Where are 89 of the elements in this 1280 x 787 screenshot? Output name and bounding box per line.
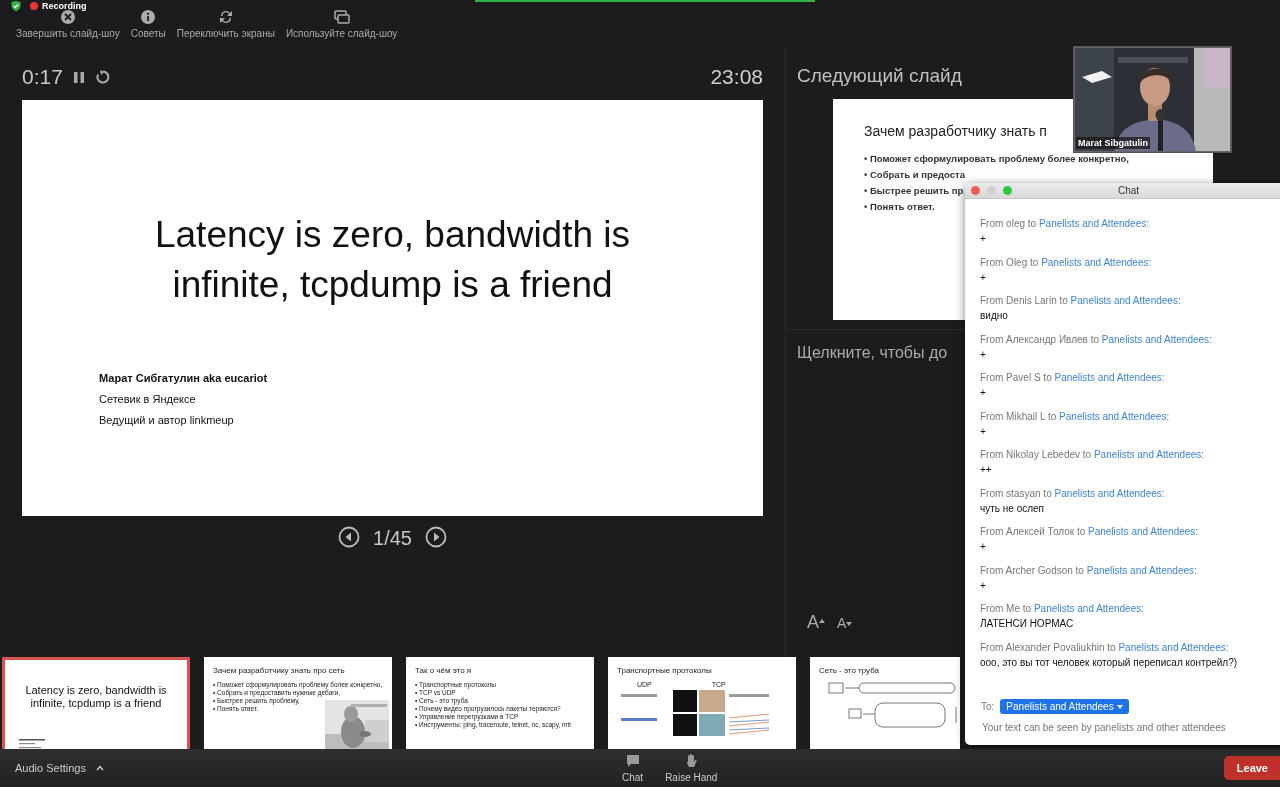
close-window-button[interactable] xyxy=(971,186,980,195)
message-header: From oleg to Panelists and Attendees: xyxy=(980,217,1150,231)
slide-text: Ведущий и автор linkmeup xyxy=(99,414,234,426)
caret-down-icon xyxy=(1116,704,1123,709)
message-text: видно xyxy=(980,309,1009,323)
message-text: ооо, это вы тот человек который переписал контрейл?) xyxy=(980,655,1239,670)
next-icon xyxy=(424,526,447,548)
window-title: Chat xyxy=(1118,185,1140,196)
message-header: From Me to Panelists and Attendees: xyxy=(980,602,1145,616)
decrease-font-button[interactable]: A xyxy=(837,615,853,633)
message-text: + xyxy=(980,578,987,593)
recipient-link[interactable]: Panelists and Attendees: xyxy=(1041,256,1152,268)
toolbar-button[interactable]: Советы xyxy=(130,9,166,48)
slide-thumbnail[interactable]: Сеть - это труба xyxy=(810,657,960,749)
shield-icon xyxy=(10,0,22,12)
toolbar-button[interactable]: Переключить экраны xyxy=(176,9,275,48)
participant-name: Marat Sibgatulin xyxy=(1076,137,1150,149)
reset-icon[interactable] xyxy=(94,69,111,85)
recipient-link[interactable]: Panelists and Attendees: xyxy=(1059,410,1170,422)
message-header: From Алексей Толок to Panelists and Attendees: xyxy=(980,525,1200,539)
recipient-link[interactable]: Panelists and Attendees: xyxy=(1093,449,1205,460)
message-text: + xyxy=(980,347,987,362)
next-slide-button[interactable] xyxy=(423,526,448,550)
elapsed-time: 0:17 xyxy=(22,65,63,89)
slide-thumbnail[interactable] xyxy=(406,657,594,749)
slide-text: Сетевик в Яндексе xyxy=(99,393,196,405)
slide-bullet: • Быстрее решить пр xyxy=(864,184,964,198)
message-header: From Alexander Povaliukhin to Panelists and Attendees: xyxy=(980,640,1230,655)
recipient-link[interactable]: Panelists and Attendees: xyxy=(1088,526,1199,537)
thumbnail-title: Так о чём это я xyxy=(415,666,473,675)
message-header: From Александр Ивлев to Panelists and Attendees: xyxy=(980,332,1213,347)
previous-slide-button[interactable] xyxy=(337,526,362,550)
chat-bubble-icon xyxy=(624,753,641,769)
down-triangle-icon xyxy=(846,621,853,627)
thumbnail-title: Latency is zero, bandwidth is infinite, tcpdump is a friend xyxy=(24,684,168,710)
visibility-hint: Your text can be seen by panelists and other attendees xyxy=(981,721,1227,733)
message-header: From Archer Godson to Panelists and Attendees: xyxy=(980,563,1198,578)
message-text: + xyxy=(980,424,987,439)
thumbnail-title: Транспортные протоколы xyxy=(617,666,713,675)
message-text: ЛАТЕНСИ НОРМАС xyxy=(980,617,1075,631)
recipient-link[interactable]: Panelists and Attendees: xyxy=(1101,333,1212,345)
windows-icon xyxy=(333,9,350,25)
increase-font-button[interactable]: A xyxy=(807,612,825,633)
message-text: + xyxy=(980,270,987,285)
slide-bullet: • Собрать и предоста xyxy=(864,168,965,182)
recipient-link[interactable]: Panelists and Attendees: xyxy=(1033,603,1144,614)
audio-settings-button[interactable]: Audio Settings xyxy=(15,762,104,774)
message-text: ++ xyxy=(980,463,993,477)
chat-button[interactable]: Chat xyxy=(622,753,644,783)
thumbnail-title: Сеть - это труба xyxy=(819,666,880,675)
up-triangle-icon xyxy=(819,618,825,624)
message-header: From stasyan to Panelists and Attendees: xyxy=(980,486,1166,501)
recipient-link[interactable]: Panelists and Attendees: xyxy=(1070,295,1181,306)
recipient-dropdown[interactable]: Panelists and Attendees xyxy=(1000,699,1129,714)
slide-title: Зачем разработчику знать п xyxy=(864,123,1048,139)
toolbar-button[interactable]: Используйте слайд-шоу xyxy=(285,9,398,48)
slide-thumbnail[interactable]: Latency is zero, bandwidth is infinite, tcpdump is a friend xyxy=(2,657,190,749)
message-text: + xyxy=(980,386,987,400)
slide-bullet: • Понять ответ. xyxy=(864,200,935,214)
info-icon xyxy=(140,9,157,25)
slide-author: Марат Сибгатулин aka eucariot xyxy=(99,372,268,384)
raise-hand-button[interactable]: Raise Hand xyxy=(665,753,718,783)
message-text: + xyxy=(980,232,987,246)
swap-arrows-icon xyxy=(217,9,234,25)
recipient-link[interactable]: Panelists and Attendees: xyxy=(1038,218,1149,229)
message-header: From Denis Larin to Panelists and Attendees: xyxy=(980,294,1182,308)
previous-icon xyxy=(338,526,361,548)
message-text: чуть не ослеп xyxy=(980,501,1045,516)
slide-title: Latency is zero, bandwidth is infinite, tcpdump is a friend xyxy=(153,213,632,307)
recipient-label: To: xyxy=(981,701,995,712)
recording-indicator: Recording xyxy=(30,0,87,12)
message-header: From Pavel S to Panelists and Attendees: xyxy=(980,371,1166,385)
recipient-link[interactable]: Panelists and Attendees: xyxy=(1086,564,1197,576)
close-icon xyxy=(59,9,76,25)
recipient-link[interactable]: Panelists and Attendees: xyxy=(1054,487,1165,499)
recipient-link[interactable]: Panelists and Attendees: xyxy=(1054,372,1165,383)
slide-counter: 1/45 xyxy=(373,526,412,550)
message-header: From Nikolay Lebedev to Panelists and Attendees: xyxy=(980,448,1206,462)
caret-up-icon xyxy=(95,765,104,771)
message-header: From Mikhail L to Panelists and Attendees: xyxy=(980,409,1171,424)
slide-bullet: • Поможет сформулировать проблему более конкретно, xyxy=(864,152,1129,166)
recipient-link[interactable]: Panelists and Attendees: xyxy=(1118,641,1229,653)
thumbnail-title: Зачем разработчику знать про сеть xyxy=(213,666,346,675)
message-header: From Oleg to Panelists and Attendees: xyxy=(980,255,1153,270)
message-text: + xyxy=(980,540,987,554)
leave-button[interactable]: Leave xyxy=(1223,756,1280,780)
notes-field[interactable]: Щелкните, чтобы до xyxy=(797,344,948,362)
next-slide-heading: Следующий слайд xyxy=(797,65,963,88)
clock-time: 23:08 xyxy=(710,65,763,89)
